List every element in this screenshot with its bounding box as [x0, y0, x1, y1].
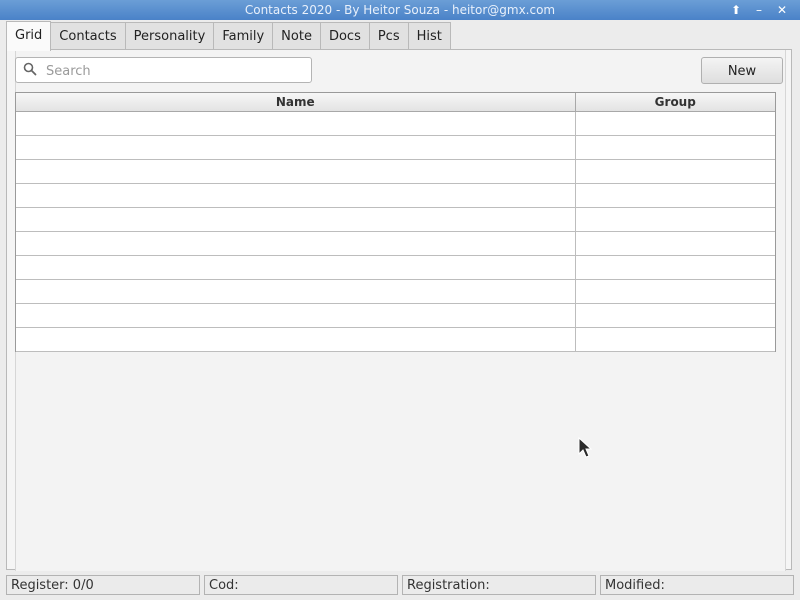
mouse-pointer-icon — [578, 437, 593, 458]
cell-name[interactable] — [16, 327, 576, 352]
close-icon[interactable]: ✕ — [773, 2, 791, 18]
table-row[interactable] — [16, 183, 775, 208]
up-arrow-icon[interactable]: ⬆ — [727, 2, 745, 18]
cell-group[interactable] — [575, 231, 775, 256]
cell-name[interactable] — [16, 303, 576, 328]
table-row[interactable] — [16, 279, 775, 304]
cell-group[interactable] — [575, 207, 775, 232]
status-register: Register: 0/0 — [6, 575, 200, 595]
table-row[interactable] — [16, 159, 775, 184]
table-row[interactable] — [16, 111, 775, 136]
cell-name[interactable] — [16, 135, 576, 160]
tab-grid[interactable]: Grid — [6, 21, 52, 51]
table-row[interactable] — [16, 207, 775, 232]
new-button[interactable]: New — [701, 57, 783, 84]
tab-hist[interactable]: Hist — [407, 22, 451, 50]
status-registration: Registration: — [402, 575, 596, 595]
tab-note[interactable]: Note — [272, 22, 321, 50]
tab-family[interactable]: Family — [213, 22, 274, 50]
status-bar: Register: 0/0 Cod: Registration: Modifie… — [6, 575, 794, 595]
search-input[interactable] — [44, 60, 308, 82]
table-row[interactable] — [16, 327, 775, 352]
tab-docs[interactable]: Docs — [319, 22, 370, 50]
table-row[interactable] — [16, 231, 775, 256]
minimize-icon[interactable]: – — [750, 2, 768, 18]
cell-name[interactable] — [16, 231, 576, 256]
cell-group[interactable] — [575, 255, 775, 280]
cell-name[interactable] — [16, 207, 576, 232]
grid-header-row: Name Group — [16, 93, 775, 112]
search-icon — [23, 62, 37, 76]
tab-pcs[interactable]: Pcs — [368, 22, 409, 50]
column-header-group[interactable]: Group — [575, 93, 775, 112]
column-header-name[interactable]: Name — [16, 93, 576, 112]
cell-name[interactable] — [16, 279, 576, 304]
window-title: Contacts 2020 - By Heitor Souza - heitor… — [244, 3, 556, 17]
cell-group[interactable] — [575, 183, 775, 208]
cell-name[interactable] — [16, 183, 576, 208]
table-row[interactable] — [16, 255, 775, 280]
contacts-table: Name Group — [16, 93, 775, 352]
cell-name[interactable] — [16, 111, 576, 136]
window-titlebar[interactable]: Contacts 2020 - By Heitor Souza - heitor… — [0, 0, 800, 20]
cell-group[interactable] — [575, 159, 775, 184]
table-row[interactable] — [16, 135, 775, 160]
tab-personality[interactable]: Personality — [124, 22, 215, 50]
cell-name[interactable] — [16, 255, 576, 280]
status-modified: Modified: — [600, 575, 794, 595]
cell-group[interactable] — [575, 111, 775, 136]
cell-group[interactable] — [575, 327, 775, 352]
status-cod: Cod: — [204, 575, 398, 595]
cell-name[interactable] — [16, 159, 576, 184]
cell-group[interactable] — [575, 279, 775, 304]
cell-group[interactable] — [575, 135, 775, 160]
tab-bar: Grid Contacts Personality Family Note Do… — [6, 21, 451, 51]
search-box[interactable] — [15, 57, 312, 83]
contacts-grid[interactable]: Name Group — [15, 92, 776, 352]
grid-body — [16, 111, 775, 352]
table-row[interactable] — [16, 303, 775, 328]
cell-group[interactable] — [575, 303, 775, 328]
tab-contacts[interactable]: Contacts — [50, 22, 126, 50]
